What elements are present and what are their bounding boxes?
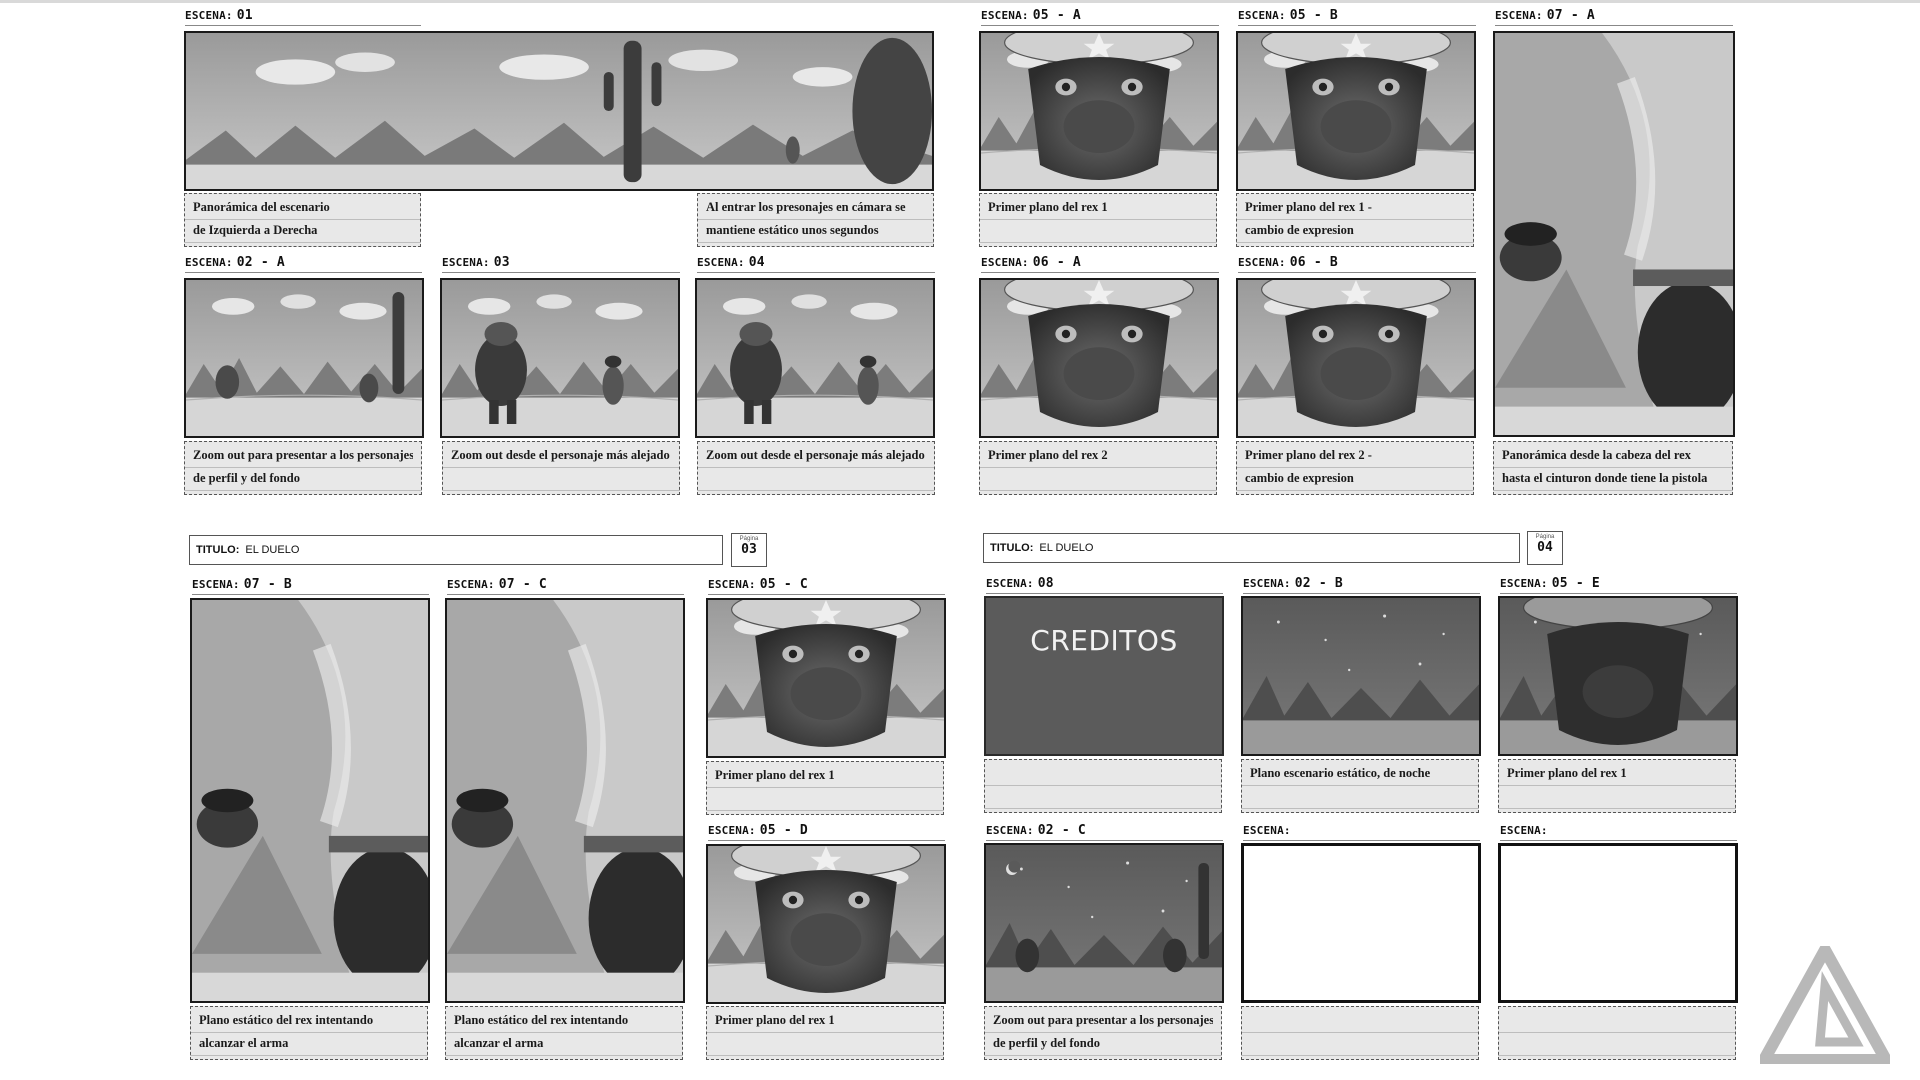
rex-belt-tall-image <box>192 600 428 1001</box>
scene-label-07b: ESCENA: 07 - B <box>192 577 429 595</box>
scene-label-02b: ESCENA: 02 - B <box>1243 576 1480 594</box>
note-scene-05a: Primer plano del rex 1 <box>979 193 1217 247</box>
scene-label-07c: ESCENA: 07 - C <box>447 577 684 595</box>
note-scene-02b: Plano escenario estático, de noche <box>1241 759 1479 813</box>
scene-label-empty-2: ESCENA: <box>1500 823 1737 841</box>
rex-belt-tall-image <box>447 600 683 1001</box>
frame-scene-02b <box>1241 596 1481 756</box>
scene-label-05b: ESCENA: 05 - B <box>1238 8 1476 26</box>
frame-scene-06a <box>979 278 1219 438</box>
scene-label-05d: ESCENA: 05 - D <box>708 823 945 841</box>
scene-label-06a: ESCENA: 06 - A <box>981 255 1219 273</box>
note-scene-06a: Primer plano del rex 2 <box>979 441 1217 495</box>
note-empty-2 <box>1498 1006 1736 1060</box>
note-scene-04: Zoom out desde el personaje más alejado <box>697 441 935 495</box>
title-field-page-03: TITULO: EL DUELO <box>189 535 723 565</box>
two-dinos-desert-image <box>186 280 422 436</box>
rex-belt-tall-image <box>1495 33 1733 435</box>
credits-title: CREDITOS <box>1030 624 1178 657</box>
note-scene-07a: Panorámica desde la cabeza del rex hasta… <box>1493 441 1733 495</box>
note-scene-05c: Primer plano del rex 1 <box>706 761 944 815</box>
frame-scene-08-credits: CREDITOS <box>984 596 1224 756</box>
night-dinos-image <box>986 845 1222 1001</box>
page-number-box-04: Página 04 <box>1527 531 1563 565</box>
top-divider <box>0 0 1920 3</box>
rex-closeup-image <box>1238 33 1474 189</box>
frame-scene-02a <box>184 278 424 438</box>
frame-scene-06b <box>1236 278 1476 438</box>
note-scene-05b: Primer plano del rex 1 - cambio de expre… <box>1236 193 1474 247</box>
scene-label-02c: ESCENA: 02 - C <box>986 823 1223 841</box>
scene-label-08: ESCENA: 08 <box>986 576 1223 594</box>
night-desert-image <box>1243 598 1479 754</box>
rex2-closeup-image <box>1238 280 1474 436</box>
frame-scene-05d <box>706 844 946 1004</box>
frame-scene-07c <box>445 598 685 1003</box>
note-scene-06b: Primer plano del rex 2 - cambio de expre… <box>1236 441 1474 495</box>
note-scene-03: Zoom out desde el personaje más alejado <box>442 441 680 495</box>
frame-scene-07b <box>190 598 430 1003</box>
note-scene-05e: Primer plano del rex 1 <box>1498 759 1736 813</box>
note-scene-01-left: Panorámica del escenario de Izquierda a … <box>184 193 421 247</box>
note-scene-02c: Zoom out para presentar a los personajes… <box>984 1006 1222 1060</box>
frame-empty-2 <box>1498 843 1738 1003</box>
rex-closeup-image <box>708 600 944 756</box>
scene-label-05c: ESCENA: 05 - C <box>708 577 945 595</box>
rex-closeup-night-image <box>1500 598 1736 754</box>
page-number-box-03: Página 03 <box>731 533 767 567</box>
scene-label-07a: ESCENA: 07 - A <box>1495 8 1733 26</box>
dinos-facing-image <box>697 280 933 436</box>
scene-label-06b: ESCENA: 06 - B <box>1238 255 1476 273</box>
scene-label-05a: ESCENA: 05 - A <box>981 8 1219 26</box>
frame-scene-01 <box>184 31 934 191</box>
frame-scene-07a <box>1493 31 1735 437</box>
note-empty-1 <box>1241 1006 1479 1060</box>
frame-scene-05b <box>1236 31 1476 191</box>
frame-empty-1 <box>1241 843 1481 1003</box>
frame-scene-02c <box>984 843 1224 1003</box>
scene-label-01: ESCENA: 01 <box>185 8 421 26</box>
scene-label-04: ESCENA: 04 <box>697 255 935 273</box>
frame-scene-05c <box>706 598 946 758</box>
note-scene-01-right: Al entrar los presonajes en cámara se ma… <box>697 193 934 247</box>
note-scene-08 <box>984 759 1222 813</box>
scene-label-03: ESCENA: 03 <box>442 255 680 273</box>
triangle-logo-icon <box>1760 946 1890 1064</box>
scene-label-02a: ESCENA: 02 - A <box>185 255 422 273</box>
note-scene-07b: Plano estático del rex intentando alcanz… <box>190 1006 428 1060</box>
title-field-page-04: TITULO: EL DUELO <box>983 533 1520 563</box>
frame-scene-04 <box>695 278 935 438</box>
rex-closeup-image <box>981 33 1217 189</box>
frame-scene-05e <box>1498 596 1738 756</box>
scene-label-05e: ESCENA: 05 - E <box>1500 576 1737 594</box>
desert-panorama-image <box>186 33 932 189</box>
rex-closeup-image <box>708 846 944 1002</box>
note-scene-07c: Plano estático del rex intentando alcanz… <box>445 1006 683 1060</box>
rex2-closeup-image <box>981 280 1217 436</box>
note-scene-02a: Zoom out para presentar a los personajes… <box>184 441 422 495</box>
note-scene-05d: Primer plano del rex 1 <box>706 1006 944 1060</box>
frame-scene-05a <box>979 31 1219 191</box>
scene-label-empty-1: ESCENA: <box>1243 823 1480 841</box>
frame-scene-03 <box>440 278 680 438</box>
dinos-facing-image <box>442 280 678 436</box>
